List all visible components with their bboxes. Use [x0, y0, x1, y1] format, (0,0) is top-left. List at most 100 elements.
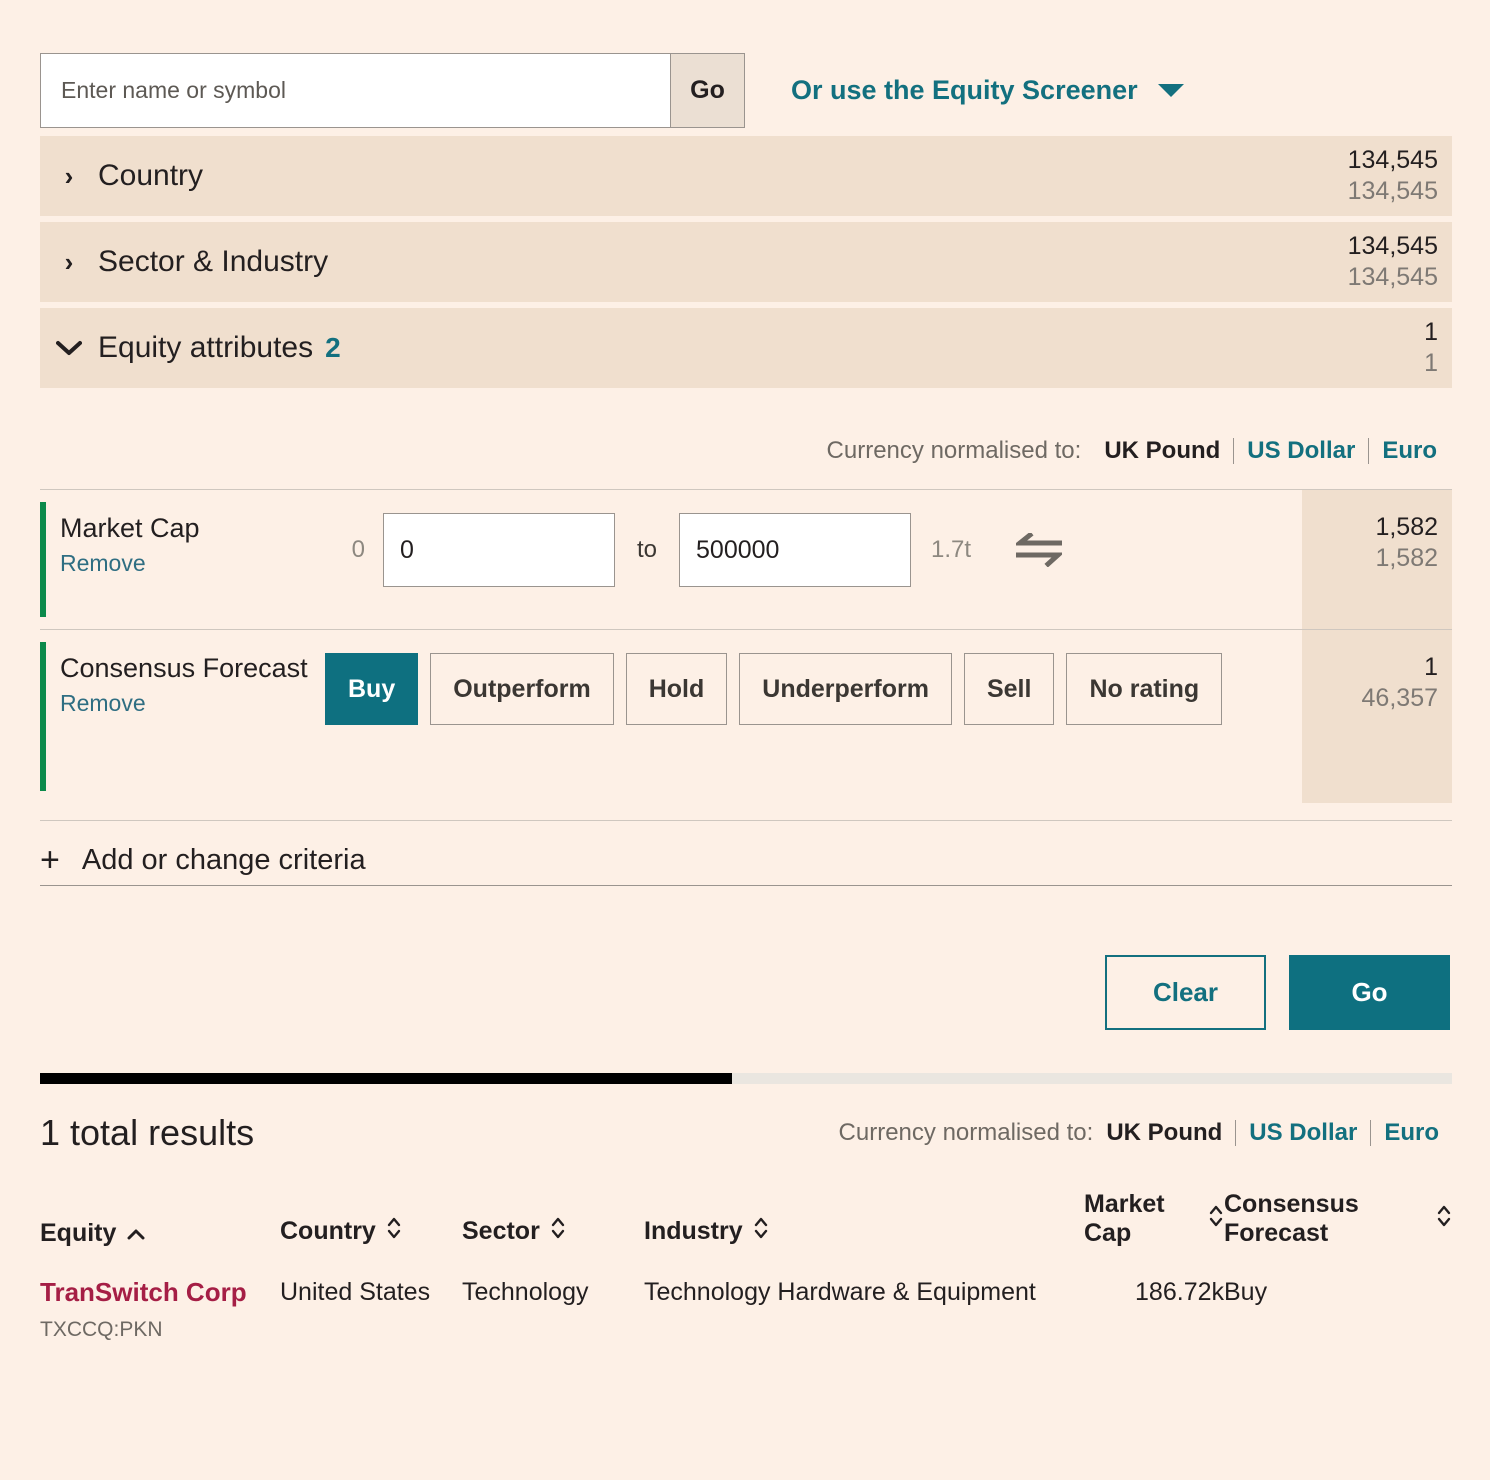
accordion-badge-count: 2 [325, 332, 341, 363]
remove-market-cap-link[interactable]: Remove [60, 550, 325, 577]
currency-option-uk-pound[interactable]: UK Pound [1093, 1119, 1235, 1147]
currency-option-euro[interactable]: Euro [1371, 1119, 1452, 1147]
currency-label: Currency normalised to: [826, 437, 1082, 464]
table-row: TranSwitch Corp TXCCQ:PKN United States … [40, 1262, 1452, 1344]
rating-option-sell[interactable]: Sell [963, 653, 1055, 725]
criteria-row-consensus-forecast: Consensus Forecast Remove Buy Outperform… [40, 629, 1452, 803]
criteria-name: Consensus Forecast [60, 653, 308, 683]
criteria-list: Market Cap Remove 0 to 1.7t 1,582 1,582 [40, 489, 1452, 803]
currency-option-us-dollar[interactable]: US Dollar [1236, 1119, 1370, 1147]
accordion-label-equity-attributes: Equity attributes [98, 331, 314, 364]
sort-toggle-icon [1208, 1203, 1224, 1236]
rating-option-underperform[interactable]: Underperform [739, 653, 952, 725]
count-matching: 134,545 [1347, 145, 1438, 174]
rating-option-outperform[interactable]: Outperform [430, 653, 614, 725]
equity-screener-link-label: Or use the Equity Screener [791, 75, 1138, 105]
column-header-country[interactable]: Country [280, 1190, 462, 1262]
cell-market-cap: 186.72k [1135, 1278, 1224, 1306]
sort-toggle-icon [753, 1215, 769, 1248]
column-label: Industry [644, 1217, 743, 1245]
search-row: Go Or use the Equity Screener [40, 53, 1184, 128]
count-total: 134,545 [1347, 263, 1438, 291]
search-go-button[interactable]: Go [670, 54, 744, 127]
criteria-row-market-cap: Market Cap Remove 0 to 1.7t 1,582 1,582 [40, 489, 1452, 629]
column-header-consensus-forecast[interactable]: Consensus Forecast [1224, 1190, 1452, 1262]
consensus-forecast-options: Buy Outperform Hold Underperform Sell No… [325, 653, 1234, 725]
results-header: 1 total results Currency normalised to: … [40, 1112, 1452, 1154]
column-label: Consensus Forecast [1224, 1190, 1359, 1247]
sort-ascending-icon [126, 1219, 146, 1248]
clear-button[interactable]: Clear [1105, 955, 1266, 1030]
column-header-market-cap[interactable]: Market Cap [1084, 1190, 1224, 1262]
section-divider [40, 885, 1452, 886]
count-total: 1,582 [1375, 544, 1438, 573]
accordion-item-equity-attributes[interactable]: Equity attributes 2 1 1 [40, 308, 1452, 388]
progress-fill [40, 1073, 732, 1084]
column-header-sector[interactable]: Sector [462, 1190, 644, 1262]
chevron-down-icon [1157, 84, 1184, 97]
equity-screener-page: Go Or use the Equity Screener › Country … [0, 0, 1490, 1480]
currency-option-euro[interactable]: Euro [1369, 437, 1450, 465]
column-header-industry[interactable]: Industry [644, 1190, 1084, 1262]
form-actions: Clear Go [1105, 955, 1450, 1030]
equity-ticker: TXCCQ:PKN [40, 1317, 163, 1341]
add-or-change-criteria-button[interactable]: + Add or change criteria [40, 820, 1452, 877]
range-to-label: to [637, 536, 658, 563]
count-matching: 1 [1424, 317, 1438, 346]
chevron-down-icon [40, 340, 98, 356]
column-label: Market Cap [1084, 1190, 1165, 1247]
count-matching: 1 [1424, 653, 1438, 681]
range-max-hint: 1.7t [931, 536, 972, 563]
currency-label: Currency normalised to: [838, 1119, 1094, 1146]
equity-screener-link[interactable]: Or use the Equity Screener [791, 75, 1184, 106]
results-progress-bar [40, 1073, 1452, 1084]
column-label: Equity [40, 1219, 117, 1247]
go-button[interactable]: Go [1289, 955, 1450, 1030]
cell-consensus-forecast: Buy [1224, 1278, 1268, 1306]
cell-country: United States [280, 1278, 431, 1306]
cell-industry: Technology Hardware & Equipment [644, 1278, 1036, 1306]
count-total: 46,357 [1361, 684, 1438, 713]
criteria-label-consensus-forecast: Consensus Forecast Remove [40, 630, 325, 717]
remove-consensus-forecast-link[interactable]: Remove [60, 690, 325, 717]
cell-sector: Technology [462, 1278, 589, 1306]
currency-normalisation-results: Currency normalised to: UK Pound US Doll… [839, 1119, 1452, 1147]
accordion-item-country[interactable]: › Country 134,545 134,545 [40, 136, 1452, 216]
accordion-counts-equity-attributes: 1 1 [1424, 317, 1438, 380]
range-min-hint: 0 [351, 536, 365, 563]
active-criteria-accent [40, 642, 46, 791]
accordion-item-sector-industry[interactable]: › Sector & Industry 134,545 134,545 [40, 222, 1452, 302]
search-input[interactable] [41, 54, 670, 127]
column-label: Country [280, 1217, 376, 1245]
results-count-title: 1 total results [40, 1112, 255, 1153]
cell-equity: TranSwitch Corp TXCCQ:PKN [40, 1262, 280, 1344]
currency-option-us-dollar[interactable]: US Dollar [1234, 437, 1368, 465]
accordion-label-country: Country [98, 159, 204, 192]
currency-normalisation-filters: Currency normalised to: UK Pound US Doll… [827, 437, 1450, 465]
accordion-label-sector-industry: Sector & Industry [98, 245, 329, 278]
column-header-equity[interactable]: Equity [40, 1190, 280, 1262]
market-cap-max-input[interactable] [679, 513, 912, 587]
accordion-counts-country: 134,545 134,545 [1348, 145, 1438, 208]
count-total: 134,545 [1347, 177, 1438, 205]
criteria-counts-market-cap: 1,582 1,582 [1302, 490, 1452, 629]
criteria-counts-consensus-forecast: 1 46,357 [1302, 630, 1452, 803]
currency-option-uk-pound[interactable]: UK Pound [1091, 437, 1233, 465]
active-criteria-accent [40, 502, 46, 617]
plus-icon: + [40, 841, 60, 879]
criteria-label-market-cap: Market Cap Remove [40, 490, 325, 577]
rating-option-no-rating[interactable]: No rating [1066, 653, 1223, 725]
market-cap-min-input[interactable] [383, 513, 615, 587]
chevron-right-icon: › [64, 246, 74, 277]
column-label: Sector [462, 1217, 540, 1245]
criteria-controls-market-cap: 0 to 1.7t [325, 490, 1063, 587]
count-matching: 1,582 [1375, 513, 1438, 541]
swap-arrows-icon[interactable] [1016, 533, 1063, 567]
chevron-right-icon: › [64, 160, 74, 191]
equity-name-link[interactable]: TranSwitch Corp [40, 1276, 280, 1310]
rating-option-buy[interactable]: Buy [325, 653, 419, 725]
sort-toggle-icon [550, 1215, 566, 1248]
filter-accordion: › Country 134,545 134,545 › Sector & Ind… [40, 136, 1452, 394]
table-header-row: Equity Country Sector Industry Market Ca… [40, 1190, 1452, 1262]
rating-option-hold[interactable]: Hold [625, 653, 728, 725]
